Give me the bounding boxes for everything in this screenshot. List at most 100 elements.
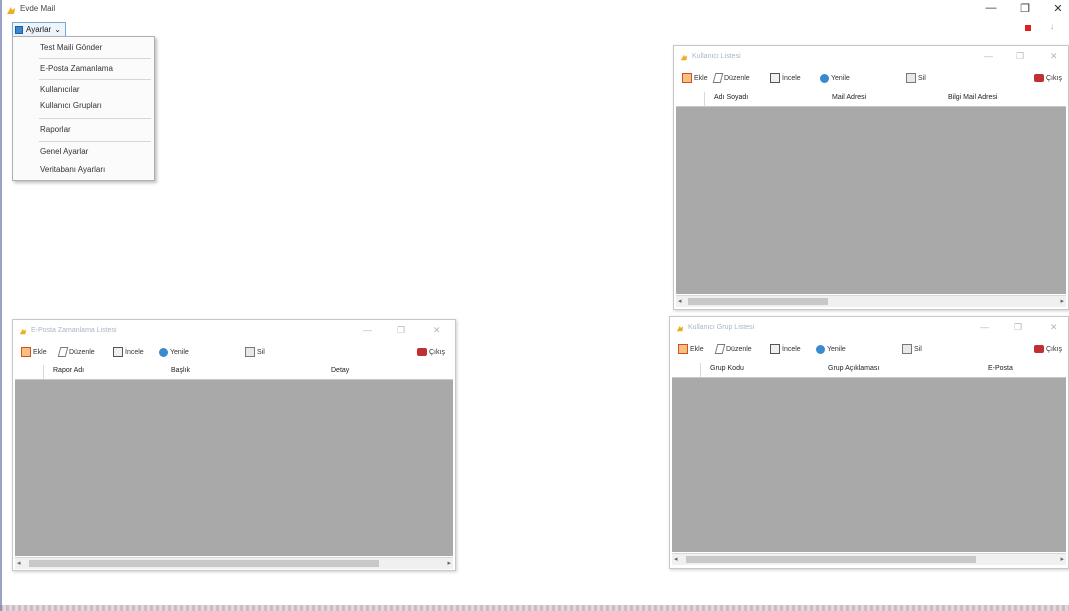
column-separator <box>700 363 701 377</box>
add-icon <box>682 73 692 83</box>
settings-menu-button[interactable]: Ayarlar ⌄ <box>12 22 66 37</box>
arrow-icon[interactable]: ↓ <box>1050 22 1054 31</box>
delete-button[interactable]: Sil <box>245 345 265 359</box>
grid-header: Adı Soyadı Mail Adresi Bilgi Mail Adresi <box>676 92 1066 107</box>
minimize-button[interactable]: — <box>980 2 1002 14</box>
edit-button[interactable]: Düzenle <box>714 342 752 356</box>
edit-button[interactable]: Düzenle <box>57 345 95 359</box>
add-button[interactable]: Ekle <box>682 71 708 85</box>
scroll-left-icon[interactable]: ◂ <box>17 559 21 567</box>
window-close-button[interactable]: ✕ <box>433 325 441 336</box>
horizontal-scrollbar[interactable]: ◂ ▸ <box>672 553 1066 565</box>
delete-icon <box>245 347 255 357</box>
delete-icon <box>906 73 916 83</box>
column-header[interactable]: Rapor Adı <box>53 367 84 374</box>
scroll-thumb[interactable] <box>29 560 379 567</box>
horizontal-scrollbar[interactable]: ◂ ▸ <box>15 557 453 569</box>
exit-button[interactable]: Çıkış <box>417 345 445 359</box>
scroll-left-icon[interactable]: ◂ <box>674 555 678 563</box>
menu-item-users[interactable]: Kullanıcılar <box>40 85 80 94</box>
add-button[interactable]: Ekle <box>678 342 704 356</box>
refresh-icon <box>159 347 168 357</box>
window-minimize-button[interactable]: — <box>984 51 993 61</box>
settings-dropdown: Test Maili Gönder E-Posta Zamanlama Kull… <box>12 36 155 181</box>
window-maximize-button[interactable]: ❐ <box>1014 322 1022 333</box>
data-grid[interactable] <box>15 380 453 556</box>
delete-label: Sil <box>257 348 265 356</box>
column-separator <box>704 92 705 106</box>
add-button[interactable]: Ekle <box>21 345 47 359</box>
window-title: Kullanıcı Listesi <box>692 53 741 60</box>
window-icon <box>676 325 684 332</box>
menu-item-test-mail[interactable]: Test Maili Gönder <box>40 43 102 52</box>
menu-item-user-groups[interactable]: Kullanıcı Grupları <box>40 101 102 110</box>
scroll-right-icon[interactable]: ▸ <box>447 559 451 567</box>
column-header[interactable]: Bilgi Mail Adresi <box>948 94 997 101</box>
delete-button[interactable]: Sil <box>902 342 922 356</box>
exit-label: Çıkış <box>429 348 445 356</box>
email-schedule-window: E-Posta Zamanlama Listesi — ❐ ✕ Ekle Düz… <box>12 319 456 571</box>
data-grid[interactable] <box>672 378 1066 552</box>
window-icon <box>19 328 27 335</box>
column-header[interactable]: Grup Açıklaması <box>828 365 879 372</box>
refresh-button[interactable]: Yenile <box>816 342 846 356</box>
window-close-button[interactable]: ✕ <box>1050 322 1058 333</box>
window-toolbar: Ekle Düzenle İncele Yenile Sil Çıkış <box>13 345 455 361</box>
edit-icon <box>712 73 724 83</box>
view-button[interactable]: İncele <box>770 342 801 356</box>
refresh-button[interactable]: Yenile <box>159 345 189 359</box>
column-header[interactable]: Detay <box>331 367 349 374</box>
view-label: İncele <box>125 348 144 356</box>
exit-button[interactable]: Çıkış <box>1034 342 1062 356</box>
menu-item-reports[interactable]: Raporlar <box>40 125 71 134</box>
close-button[interactable]: ✕ <box>1047 2 1069 15</box>
window-title-bar[interactable]: E-Posta Zamanlama Listesi — ❐ ✕ <box>13 320 455 342</box>
edit-button[interactable]: Düzenle <box>712 71 750 85</box>
window-close-button[interactable]: ✕ <box>1050 51 1058 62</box>
scroll-thumb[interactable] <box>688 298 828 305</box>
menu-item-database-settings[interactable]: Veritabanı Ayarları <box>40 165 105 174</box>
horizontal-scrollbar[interactable]: ◂ ▸ <box>676 295 1066 307</box>
user-groups-window: Kullanıcı Grup Listesi — ❐ ✕ Ekle Düzenl… <box>669 316 1069 569</box>
add-label: Ekle <box>690 345 704 353</box>
window-maximize-button[interactable]: ❐ <box>1016 51 1024 62</box>
column-header[interactable]: Mail Adresi <box>832 94 866 101</box>
edit-label: Düzenle <box>726 345 752 353</box>
users-list-window: Kullanıcı Listesi — ❐ ✕ Ekle Düzenle İnc… <box>673 45 1069 310</box>
column-header[interactable]: E-Posta <box>988 365 1013 372</box>
data-grid[interactable] <box>676 107 1066 294</box>
menu-separator <box>39 58 151 59</box>
scroll-right-icon[interactable]: ▸ <box>1060 555 1064 563</box>
scroll-left-icon[interactable]: ◂ <box>678 297 682 305</box>
add-label: Ekle <box>694 74 708 82</box>
window-title-bar[interactable]: Kullanıcı Grup Listesi — ❐ ✕ <box>670 317 1068 339</box>
menu-item-general-settings[interactable]: Genel Ayarlar <box>40 147 88 156</box>
delete-label: Sil <box>918 74 926 82</box>
window-minimize-button[interactable]: — <box>363 325 372 335</box>
column-header[interactable]: Grup Kodu <box>710 365 744 372</box>
window-title-bar[interactable]: Kullanıcı Listesi — ❐ ✕ <box>674 46 1068 68</box>
exit-label: Çıkış <box>1046 74 1062 82</box>
menu-item-email-schedule[interactable]: E-Posta Zamanlama <box>40 64 113 73</box>
scroll-thumb[interactable] <box>686 556 976 563</box>
window-minimize-button[interactable]: — <box>980 322 989 332</box>
view-icon <box>113 347 123 357</box>
view-button[interactable]: İncele <box>770 71 801 85</box>
column-header[interactable]: Adı Soyadı <box>714 94 748 101</box>
window-maximize-button[interactable]: ❐ <box>397 325 405 336</box>
view-icon <box>770 73 780 83</box>
menu-separator <box>39 141 151 142</box>
delete-button[interactable]: Sil <box>906 71 926 85</box>
refresh-button[interactable]: Yenile <box>820 71 850 85</box>
exit-icon <box>417 348 427 356</box>
exit-icon <box>1034 74 1044 82</box>
maximize-button[interactable]: ❐ <box>1014 2 1036 15</box>
scroll-right-icon[interactable]: ▸ <box>1060 297 1064 305</box>
column-header[interactable]: Başlık <box>171 367 190 374</box>
settings-menu-label: Ayarlar <box>26 25 52 34</box>
view-label: İncele <box>782 74 801 82</box>
view-button[interactable]: İncele <box>113 345 144 359</box>
stop-icon[interactable] <box>1025 25 1031 31</box>
exit-button[interactable]: Çıkış <box>1034 71 1062 85</box>
exit-icon <box>1034 345 1044 353</box>
